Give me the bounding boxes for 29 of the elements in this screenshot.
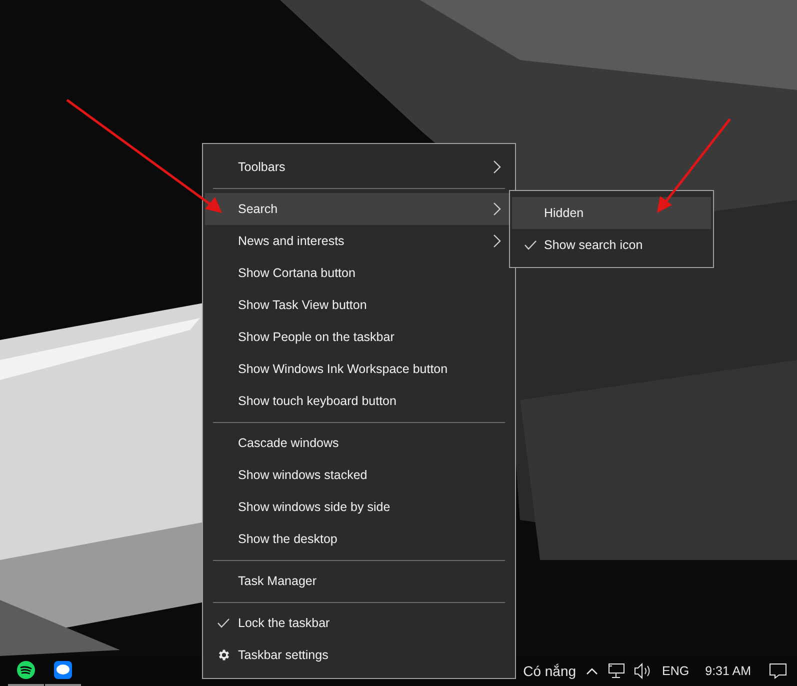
- chevron-right-icon: [493, 234, 501, 248]
- menu-item[interactable]: Show touch keyboard button: [205, 385, 513, 417]
- menu-item[interactable]: Taskbar settings: [205, 639, 513, 671]
- menu-item[interactable]: Show the desktop: [205, 523, 513, 555]
- menu-item[interactable]: Show Task View button: [205, 289, 513, 321]
- speaker-icon[interactable]: [634, 663, 652, 679]
- chevron-right-icon: [493, 202, 501, 216]
- music-app-icon: [17, 661, 35, 679]
- chat-app-icon: [54, 661, 72, 679]
- menu-item[interactable]: Cascade windows: [205, 427, 513, 459]
- language-indicator[interactable]: ENG: [662, 662, 690, 680]
- menu-item[interactable]: Show Cortana button: [205, 257, 513, 289]
- menu-item[interactable]: Show People on the taskbar: [205, 321, 513, 353]
- menu-item[interactable]: Show Windows Ink Workspace button: [205, 353, 513, 385]
- weather-text[interactable]: Có nắng: [523, 660, 576, 682]
- menu-item[interactable]: Show search icon: [512, 229, 711, 261]
- clock-text[interactable]: 9:31 AM: [705, 662, 751, 680]
- menu-item[interactable]: Show windows side by side: [205, 491, 513, 523]
- menu-item[interactable]: News and interests: [205, 225, 513, 257]
- network-icon[interactable]: [608, 663, 626, 679]
- chevron-right-icon: [493, 160, 501, 174]
- menu-item[interactable]: Toolbars: [205, 151, 513, 183]
- gear-icon: [217, 648, 231, 662]
- chevron-up-icon[interactable]: [586, 667, 598, 675]
- menu-item[interactable]: Task Manager: [205, 565, 513, 597]
- menu-item[interactable]: Hidden: [512, 197, 711, 229]
- menu-item[interactable]: Lock the taskbar: [205, 607, 513, 639]
- menu-item[interactable]: Show windows stacked: [205, 459, 513, 491]
- notification-icon[interactable]: [769, 663, 787, 679]
